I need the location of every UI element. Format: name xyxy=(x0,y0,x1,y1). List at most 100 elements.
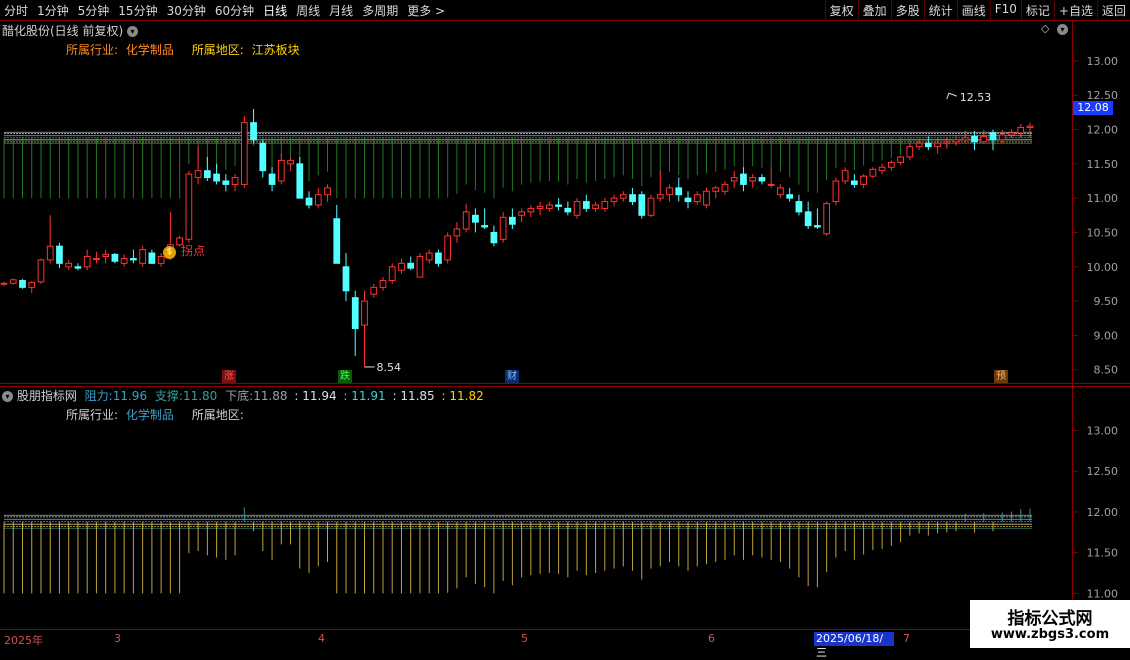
current-price-tag: 12.08 xyxy=(1073,101,1113,115)
candle-body xyxy=(573,201,581,216)
extra-value-2: : 11.91 xyxy=(343,389,386,403)
candle-body xyxy=(185,173,193,240)
candle-body xyxy=(749,177,757,182)
watermark-title: 指标公式网 xyxy=(1007,609,1093,629)
candle-body xyxy=(693,194,701,203)
candle-body xyxy=(1008,132,1015,136)
chart-canvas[interactable]: 12.538.54 8.509.009.5010.0010.5011.0011.… xyxy=(0,0,1130,650)
support-label: 支撑: xyxy=(154,389,183,403)
sub-industry-line: 所属行业: 化学制品 所属地区: xyxy=(66,406,244,423)
candle-body xyxy=(333,218,341,264)
candle-body xyxy=(379,279,387,288)
indicator-tick-label: 12.00 xyxy=(1087,506,1119,519)
candlestick-plot[interactable]: 12.53 8.54 xyxy=(0,91,1034,374)
candle-body xyxy=(795,201,803,213)
event-marker-rise[interactable]: 涨 xyxy=(222,370,236,383)
candle-body xyxy=(869,168,877,177)
extra-value-1: : 11.94 xyxy=(294,389,337,403)
candle-body xyxy=(610,197,618,203)
price-tick-label: 10.00 xyxy=(1087,261,1119,274)
time-label-jun: 6 xyxy=(708,632,715,645)
time-label-jul: 7 xyxy=(903,632,910,645)
floor-label: 下底: xyxy=(225,389,254,403)
indicator-plot[interactable] xyxy=(3,507,1032,594)
watermark-url: www.zbgs3.com xyxy=(990,627,1110,642)
candle-body xyxy=(878,166,886,172)
candle-body xyxy=(351,297,359,330)
price-tick-label: 8.50 xyxy=(1094,364,1119,377)
candle-body xyxy=(582,201,590,209)
candle-body xyxy=(342,266,350,292)
candle-body xyxy=(1026,125,1034,128)
site-watermark: 指标公式网 www.zbgs3.com xyxy=(970,600,1130,648)
candle-body xyxy=(961,137,969,141)
candle-body xyxy=(398,262,405,271)
candle-body xyxy=(998,134,1006,141)
candle-body xyxy=(509,216,516,225)
candle-body xyxy=(120,258,128,264)
candle-body xyxy=(777,187,784,196)
price-tick-label: 12.00 xyxy=(1087,124,1119,137)
candle-body xyxy=(943,141,951,144)
candle-body xyxy=(157,255,165,264)
crosshair-date: 2025/06/18/三 xyxy=(814,632,894,659)
indicator-tick-label: 13.00 xyxy=(1087,425,1119,438)
candle-body xyxy=(453,228,461,237)
candle-body xyxy=(213,173,220,182)
time-label-apr: 4 xyxy=(318,632,325,645)
candle-body xyxy=(638,194,646,216)
candle-body xyxy=(536,205,544,209)
candle-body xyxy=(370,286,378,295)
candle-body xyxy=(832,180,840,203)
candle-body xyxy=(93,258,100,261)
candle-body xyxy=(592,204,599,209)
time-label-mar: 3 xyxy=(114,632,121,645)
candle-body xyxy=(601,201,609,209)
candle-body xyxy=(712,187,720,192)
event-marker-fall[interactable]: 跌 xyxy=(338,370,352,383)
candle-body xyxy=(361,300,368,326)
candle-body xyxy=(887,161,895,168)
candle-body xyxy=(527,207,535,213)
pivot-label: 拐点 xyxy=(181,244,206,258)
candle-body xyxy=(924,142,932,148)
candle-body xyxy=(194,170,202,179)
candle-body xyxy=(444,235,452,261)
candle-body xyxy=(629,194,636,203)
sub-region-label: 所属地区: xyxy=(191,408,244,422)
candle-body xyxy=(952,139,960,143)
resistance-value: 11.96 xyxy=(112,389,148,403)
candle-body xyxy=(250,122,257,141)
candle-body xyxy=(684,197,692,203)
candle-body xyxy=(287,159,294,165)
candle-body xyxy=(268,173,276,185)
candle-body xyxy=(111,253,119,262)
candle-body xyxy=(841,170,849,182)
candle-body xyxy=(647,197,655,216)
candle-body xyxy=(148,252,156,264)
candle-body xyxy=(555,204,562,207)
high-arrow xyxy=(946,92,957,100)
candle-body xyxy=(102,253,110,257)
event-marker-forecast[interactable]: 预 xyxy=(994,370,1008,383)
candle-body xyxy=(222,180,230,185)
candle-body xyxy=(74,266,82,269)
candle-body xyxy=(675,187,683,196)
candle-body xyxy=(786,194,794,199)
candle-body xyxy=(804,211,812,227)
resistance-label: 阻力: xyxy=(84,389,113,403)
chevron-down-icon[interactable]: ▾ xyxy=(2,391,13,402)
sub-industry-label: 所属行业: xyxy=(66,408,119,422)
event-marker-finance[interactable]: 财 xyxy=(505,370,519,383)
candle-body xyxy=(435,252,442,264)
candle-body xyxy=(730,177,738,182)
candle-body xyxy=(656,194,664,199)
price-tick-label: 13.00 xyxy=(1087,55,1119,68)
money-bag-icon[interactable]: $ xyxy=(163,246,176,259)
candle-body xyxy=(758,177,766,182)
low-annotation: 8.54 xyxy=(376,361,401,374)
sub-chart-title: 股朋指标网 xyxy=(16,389,77,403)
time-label-may: 5 xyxy=(521,632,528,645)
candle-body xyxy=(823,203,831,235)
support-value: 11.80 xyxy=(182,389,218,403)
